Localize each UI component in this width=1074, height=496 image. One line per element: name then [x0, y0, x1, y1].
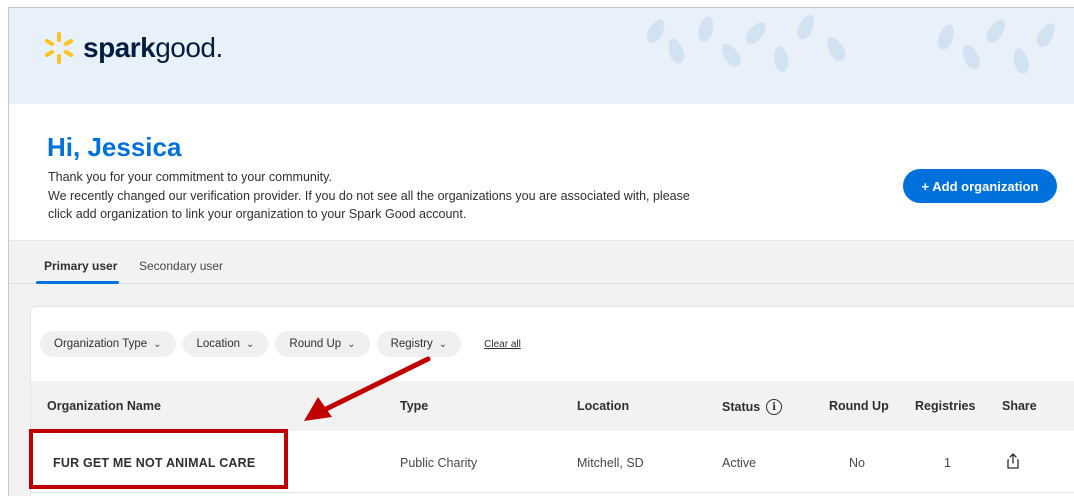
chevron-down-icon: ⌄	[246, 338, 255, 350]
decor-leaf	[643, 16, 669, 46]
notice-line: We recently changed our verification pro…	[48, 188, 690, 203]
location-cell: Mitchell, SD	[577, 456, 644, 470]
table-header: Organization Name Type Location Status i…	[31, 381, 1074, 431]
clear-all-link[interactable]: Clear all	[484, 339, 521, 350]
decor-leaf	[1033, 20, 1059, 50]
tab-primary-user[interactable]: Primary user	[44, 259, 117, 273]
chevron-down-icon: ⌄	[153, 338, 162, 350]
round-up-cell: No	[849, 456, 865, 470]
sparkgood-logo[interactable]: sparkgood.	[41, 30, 223, 66]
filter-location[interactable]: Location ⌄	[182, 331, 269, 357]
registries-cell: 1	[944, 456, 951, 470]
filter-label: Registry	[390, 338, 433, 350]
tab-secondary-user[interactable]: Secondary user	[139, 259, 223, 273]
filter-bar: Organization Type ⌄ Location ⌄ Round Up ⌄ R…	[40, 331, 521, 357]
column-header-organization-name[interactable]: Organization Name	[47, 399, 161, 413]
highlight-annotation-box	[29, 429, 288, 489]
chevron-down-icon: ⌄	[438, 338, 448, 350]
welcome-message: Thank you for your commitment to your co…	[48, 168, 768, 224]
page-title: Hi, Jessica	[47, 132, 182, 162]
column-header-status[interactable]: Status i	[722, 399, 783, 415]
decor-leaf	[717, 40, 745, 70]
column-header-location[interactable]: Location	[577, 399, 629, 413]
share-icon[interactable]	[1007, 453, 1019, 469]
column-header-share: Share	[1002, 399, 1037, 413]
column-header-registries[interactable]: Registries	[915, 399, 975, 413]
active-tab-indicator	[36, 281, 119, 284]
decor-leaf	[823, 34, 849, 64]
decor-leaf	[934, 22, 958, 52]
add-organization-button[interactable]: + Add organization	[903, 169, 1057, 203]
filter-organization-type[interactable]: Organization Type ⌄	[40, 331, 176, 357]
decor-leaf	[959, 42, 983, 72]
decor-leaf	[771, 44, 791, 74]
spark-icon	[44, 32, 74, 64]
decor-leaf	[1010, 46, 1032, 76]
status-cell: Active	[722, 456, 757, 470]
info-icon[interactable]: i	[766, 399, 783, 415]
status-header-label: Status	[722, 400, 761, 414]
filter-registry[interactable]: Registry ⌄	[376, 331, 462, 357]
filter-label: Organization Type	[54, 338, 148, 350]
column-header-round-up[interactable]: Round Up	[829, 399, 889, 413]
welcome-line: Thank you for your commitment to your co…	[48, 170, 332, 184]
decor-leaf	[695, 14, 717, 44]
decor-leaf	[742, 18, 770, 48]
filter-round-up[interactable]: Round Up ⌄	[275, 331, 370, 357]
decor-leaf	[982, 16, 1010, 46]
chevron-down-icon: ⌄	[347, 338, 356, 350]
notice-line: click add organization to link your orga…	[48, 207, 467, 221]
user-tabs: Primary user Secondary user	[9, 240, 1074, 284]
header-banner: sparkgood.	[9, 8, 1074, 104]
type-cell: Public Charity	[400, 456, 478, 470]
decor-leaf	[664, 36, 688, 66]
arrow-annotation-icon	[304, 356, 431, 421]
filter-label: Location	[196, 338, 240, 350]
page-frame: sparkgood. Hi, Jessica Thank you for you…	[8, 7, 1074, 496]
logo-wordmark: sparkgood.	[83, 32, 223, 63]
decor-leaf	[794, 12, 818, 42]
filter-label: Round Up	[289, 338, 342, 350]
